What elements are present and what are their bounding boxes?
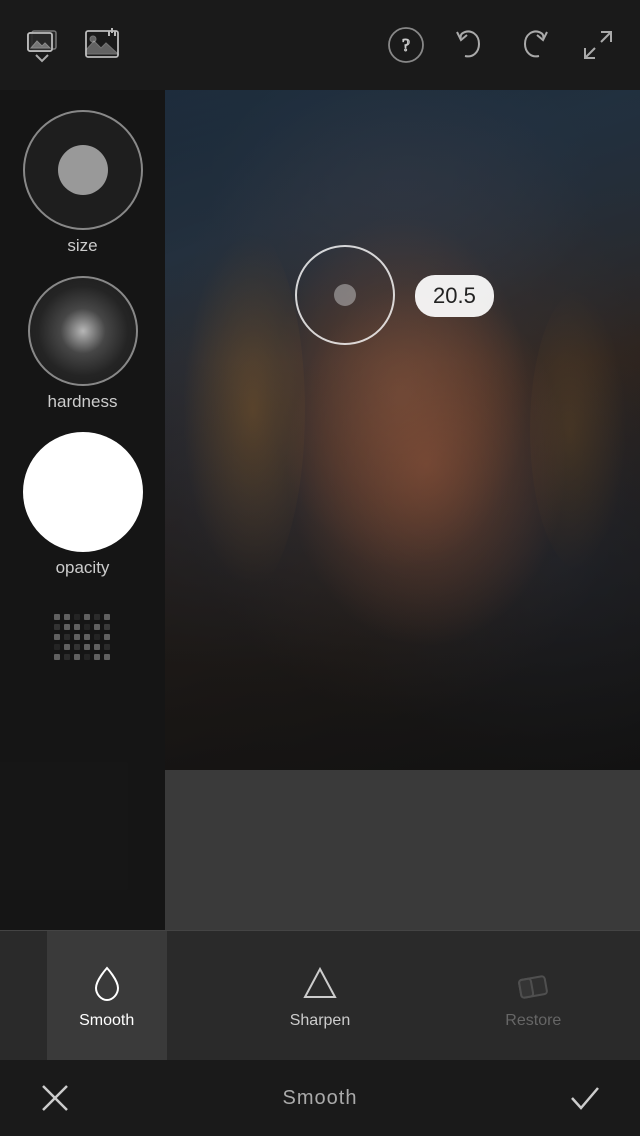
layers-button[interactable] (20, 23, 64, 67)
left-panel: size hardness opacity (0, 90, 165, 930)
portrait-face (165, 90, 640, 770)
restore-tab-label: Restore (505, 1012, 561, 1030)
undo-button[interactable] (448, 23, 492, 67)
opacity-control[interactable]: opacity (23, 432, 143, 578)
sharpen-icon (299, 962, 341, 1004)
tool-tab-restore[interactable]: Restore (473, 931, 593, 1060)
scatter-dots-icon (54, 614, 112, 662)
hardness-label: hardness (48, 392, 118, 412)
hardness-circle[interactable] (28, 276, 138, 386)
brush-value-badge: 20.5 (415, 275, 494, 317)
expand-button[interactable] (576, 23, 620, 67)
tool-tab-smooth[interactable]: Smooth (47, 931, 167, 1060)
cancel-button[interactable] (30, 1073, 80, 1123)
bottom-action-bar: Smooth (0, 1060, 640, 1136)
top-toolbar: ? (0, 0, 640, 90)
hardness-control[interactable]: hardness (28, 276, 138, 412)
portrait-image[interactable]: 20.5 (165, 90, 640, 770)
action-title: Smooth (283, 1087, 358, 1110)
scatter-control[interactable] (48, 608, 118, 668)
canvas-bottom-area (165, 770, 640, 930)
help-button[interactable]: ? (384, 23, 428, 67)
canvas-area[interactable]: 20.5 (165, 90, 640, 930)
confirm-button[interactable] (560, 1073, 610, 1123)
bottom-toolbar: Smooth Sharpen Restore (0, 930, 640, 1060)
size-inner-dot (58, 145, 108, 195)
restore-icon (512, 962, 554, 1004)
tool-tab-sharpen[interactable]: Sharpen (260, 931, 380, 1060)
sharpen-tab-label: Sharpen (290, 1012, 351, 1030)
smooth-tab-label: Smooth (79, 1012, 134, 1030)
size-control[interactable]: size (23, 110, 143, 256)
size-circle[interactable] (23, 110, 143, 230)
smooth-icon (86, 962, 128, 1004)
opacity-label: opacity (56, 558, 110, 578)
size-label: size (67, 236, 97, 256)
main-area: size hardness opacity (0, 90, 640, 930)
svg-text:?: ? (402, 35, 410, 55)
photo-edit-button[interactable] (80, 23, 124, 67)
redo-button[interactable] (512, 23, 556, 67)
opacity-circle[interactable] (23, 432, 143, 552)
